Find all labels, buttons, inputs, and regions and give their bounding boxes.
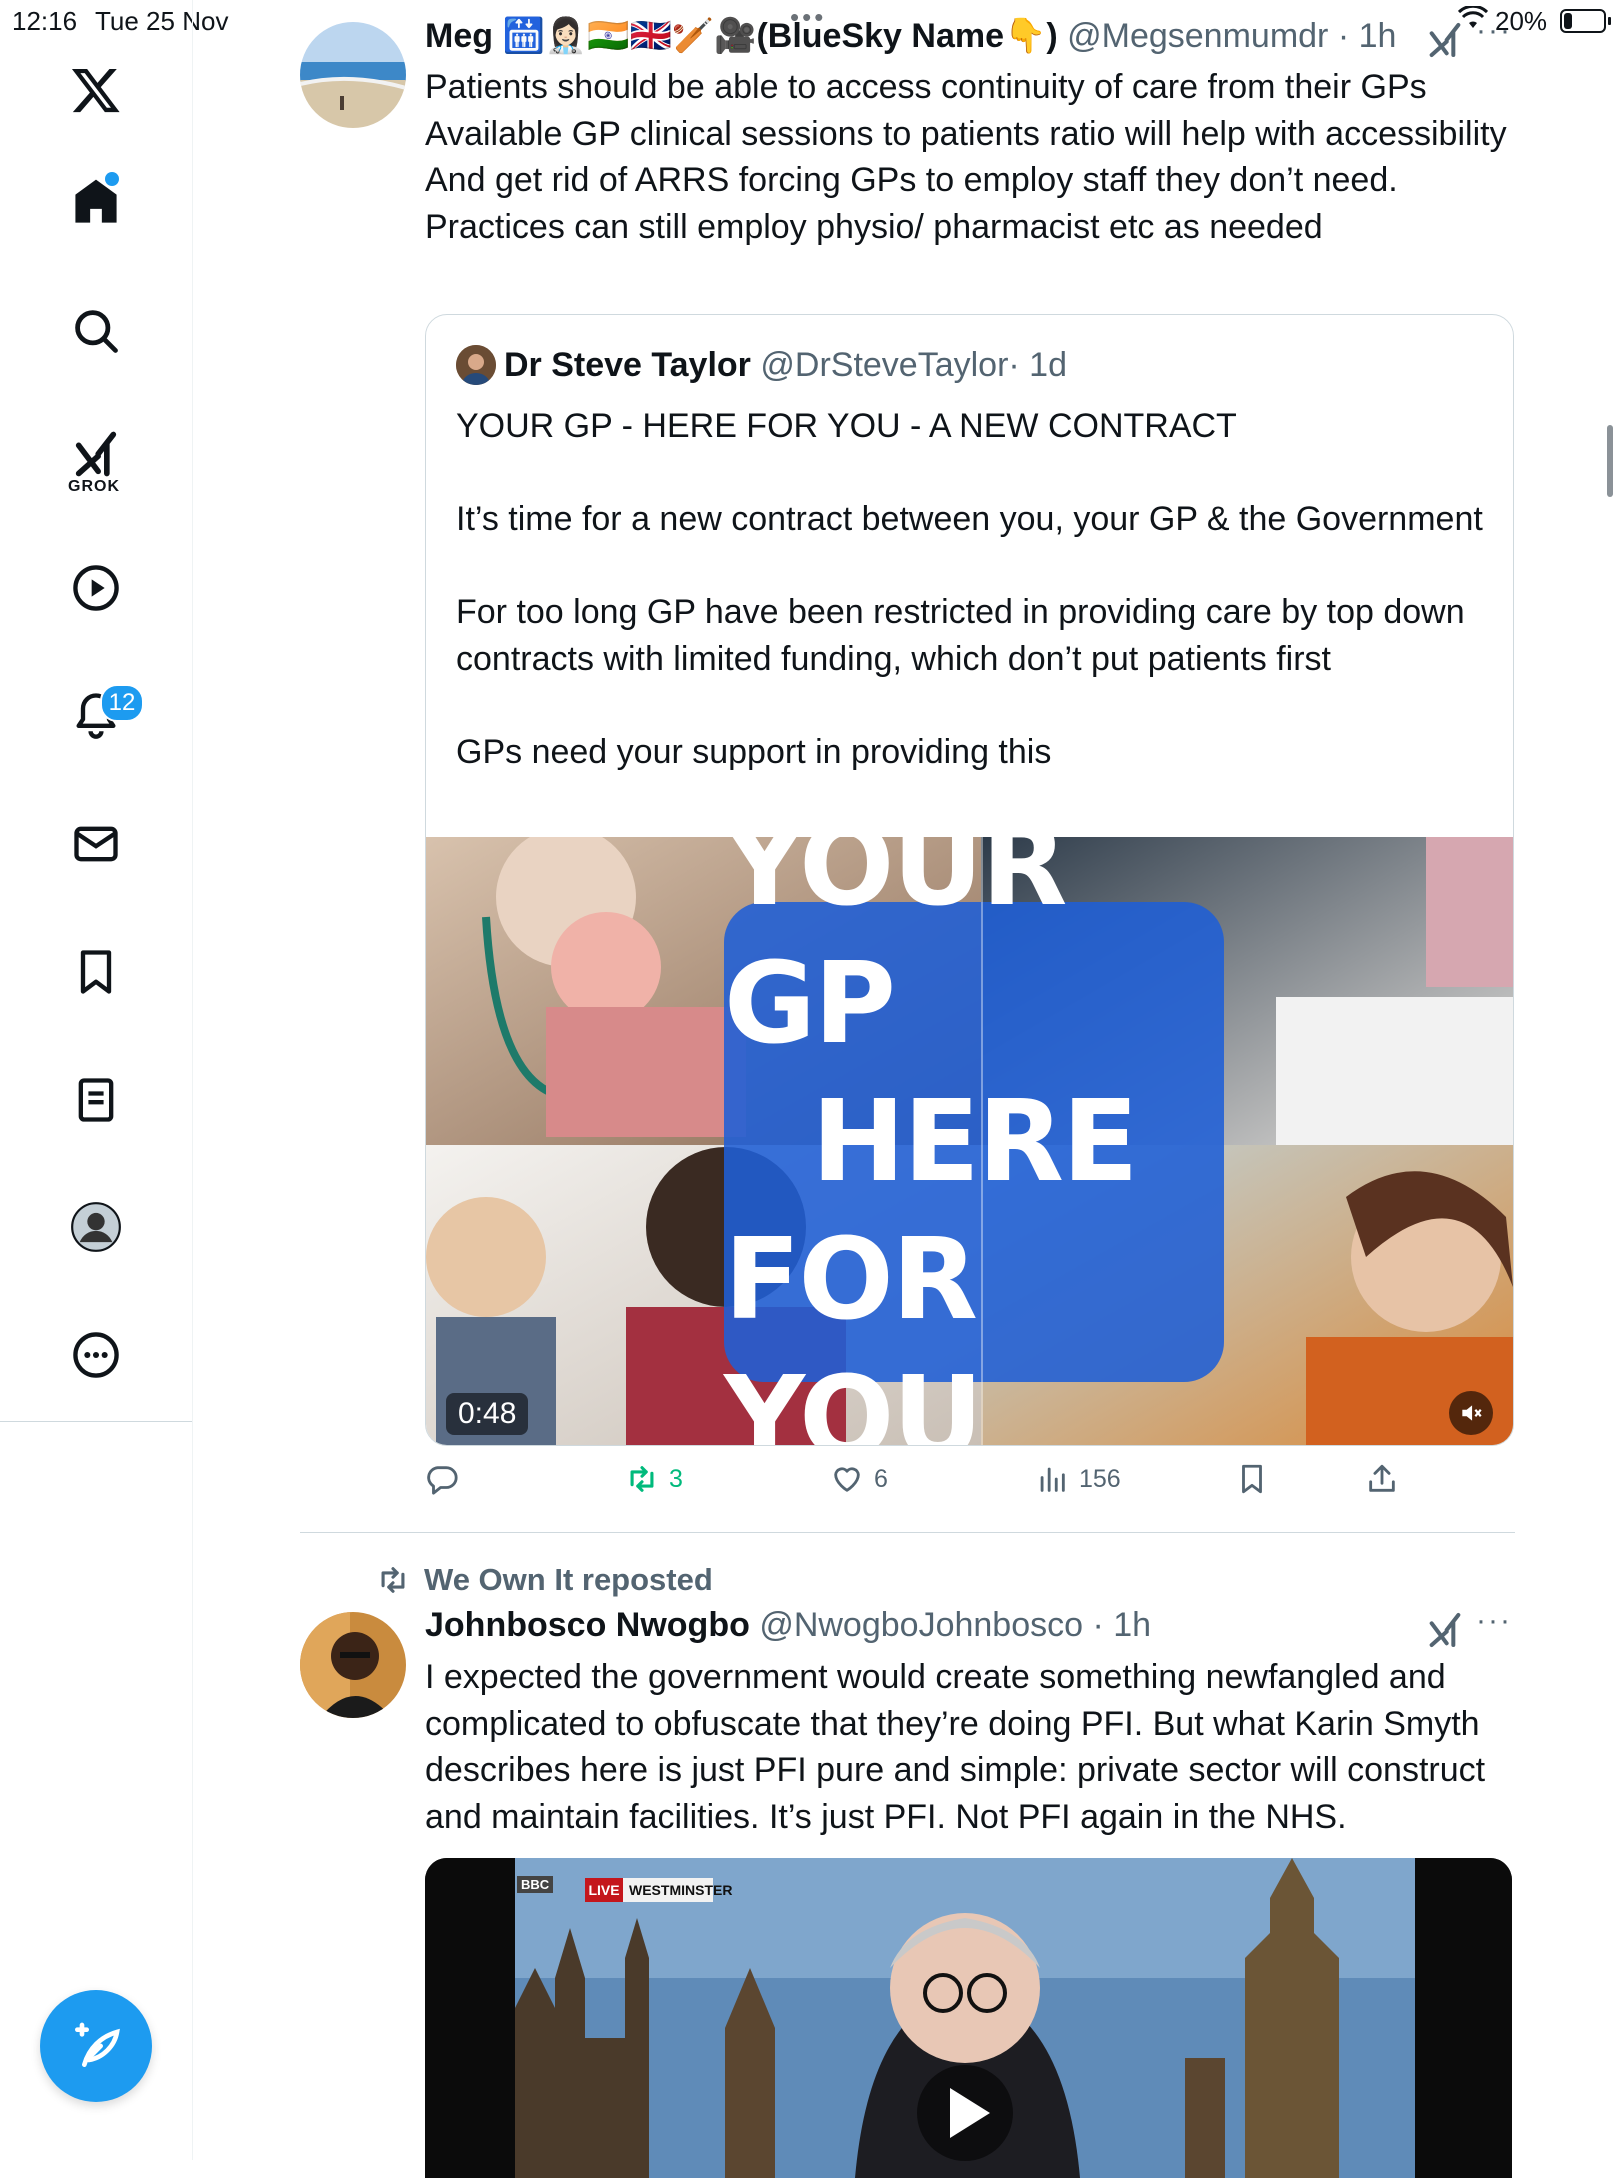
view-count: 156 (1079, 1464, 1121, 1493)
repost-by-label[interactable]: We Own It reposted (424, 1562, 713, 1598)
grok-explain-icon[interactable] (1425, 1610, 1465, 1650)
quoted-post[interactable]: Dr Steve Taylor @DrSteveTaylor · 1d YOUR… (425, 314, 1514, 1446)
retweet-icon (630, 1466, 654, 1492)
author-name[interactable]: Johnbosco Nwogbo (425, 1606, 750, 1644)
post-separator (300, 1532, 1515, 1533)
quoted-author-avatar[interactable] (456, 345, 496, 385)
author-name[interactable]: Meg 🛗👩🏻‍⚕️🇮🇳🇬🇧🏏🎥(BlueSky Name👇) (425, 17, 1058, 55)
video-icon[interactable] (56, 548, 136, 628)
author-handle[interactable]: @NwogboJohnbosco (759, 1606, 1083, 1644)
post-time[interactable]: · 1h (1092, 1606, 1151, 1644)
scrollbar-thumb[interactable] (1607, 425, 1613, 497)
bbc-logo: BBC (517, 1876, 554, 1893)
home-icon[interactable] (56, 162, 136, 242)
more-icon[interactable] (56, 1315, 136, 1395)
quoted-author-handle[interactable]: @DrSteveTaylor (760, 346, 1008, 385)
video-title-line: YOUR GP (724, 837, 1068, 1069)
live-location: WESTMINSTER (629, 1882, 733, 1898)
x-logo-icon[interactable] (56, 50, 136, 130)
sidebar-nav: GROK 12 (0, 0, 193, 2160)
search-icon[interactable] (56, 291, 136, 371)
post-more-icon[interactable]: ··· (1476, 14, 1512, 48)
post-text: I expected the government would create s… (425, 1658, 1486, 1836)
heart-icon (834, 1467, 860, 1492)
profile-avatar-icon[interactable] (56, 1187, 136, 1267)
quoted-video[interactable]: YOUR GP HERE FOR YOU 0:48 (426, 837, 1513, 1445)
post-actions-bar: 3 6 156 (425, 1462, 1435, 1502)
reply-button[interactable] (425, 1462, 459, 1496)
share-icon (1369, 1464, 1395, 1492)
avatar-johnbosco[interactable] (300, 1612, 406, 1718)
mail-icon[interactable] (56, 804, 136, 884)
live-label: LIVE (588, 1882, 620, 1898)
share-button[interactable] (1365, 1462, 1399, 1496)
live-banner: LIVE WESTMINSTER (585, 1878, 732, 1902)
post-text: Patients should be able to access contin… (425, 68, 1507, 246)
quoted-post-time: · 1d (1008, 345, 1067, 384)
retweet-count: 3 (669, 1464, 683, 1493)
views-button[interactable]: 156 (1035, 1462, 1121, 1496)
post-more-icon[interactable]: ··· (1476, 1604, 1512, 1638)
battery-icon (1560, 9, 1611, 33)
repost-indicator[interactable]: We Own It reposted (376, 1562, 713, 1598)
sidebar-divider (0, 1421, 192, 1422)
avatar-meg[interactable] (300, 22, 406, 128)
bbc-channel-label: BBC (517, 1876, 554, 1893)
bookmark-icon (1242, 1464, 1262, 1494)
quoted-author-name[interactable]: Dr Steve Taylor (504, 346, 751, 385)
video-duration: 0:48 (446, 1393, 529, 1435)
post-time[interactable]: · 1h (1338, 17, 1397, 55)
views-icon (1040, 1467, 1065, 1492)
notifications-badge: 12 (100, 684, 144, 722)
mute-toggle-icon[interactable] (1449, 1391, 1493, 1435)
quoted-post-text: YOUR GP - HERE FOR YOU - A NEW CONTRACT … (456, 407, 1483, 771)
home-unread-dot (105, 172, 119, 186)
play-button[interactable] (917, 2065, 1013, 2161)
video-title-overlay: YOUR GP HERE FOR YOU (724, 837, 1224, 1445)
compose-post-button[interactable] (40, 1990, 152, 2102)
reply-icon (427, 1466, 458, 1495)
lists-icon[interactable] (56, 1060, 136, 1140)
like-button[interactable]: 6 (830, 1462, 888, 1496)
post-video[interactable]: BBC LIVE WESTMINSTER (425, 1858, 1512, 2178)
bookmark-button[interactable] (1235, 1462, 1269, 1496)
video-title-line: FOR YOU (724, 1215, 983, 1445)
grok-explain-icon[interactable] (1425, 20, 1465, 60)
author-handle[interactable]: @Megsenmumdr (1067, 17, 1328, 55)
grok-label: GROK (68, 478, 120, 495)
retweet-button[interactable]: 3 (625, 1462, 683, 1496)
bookmark-icon[interactable] (56, 932, 136, 1012)
repost-icon (381, 1567, 405, 1593)
compose-feather-icon (75, 2022, 120, 2067)
like-count: 6 (874, 1464, 888, 1493)
video-title-line: HERE (811, 1077, 1139, 1207)
